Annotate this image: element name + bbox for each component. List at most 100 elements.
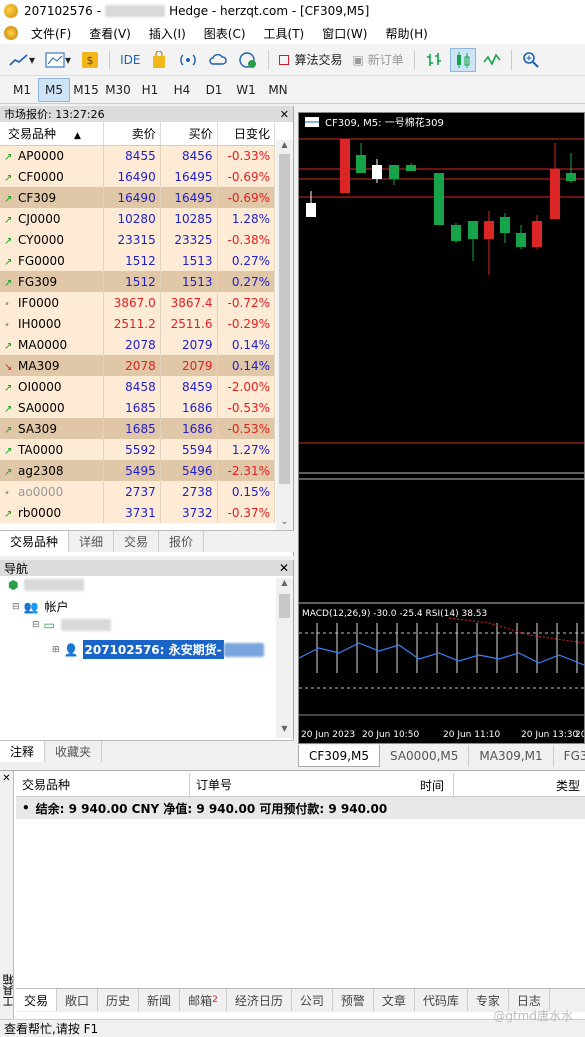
close-icon[interactable]: ✕ bbox=[0, 773, 13, 784]
algo-trading-button[interactable]: 算法交易 bbox=[276, 48, 345, 72]
tree-account-item[interactable]: ⊞ 👤 207102576: 永安期货- xxxx bbox=[52, 640, 264, 659]
column-time[interactable]: 时间 bbox=[420, 777, 444, 794]
timeframe-m5[interactable]: M5 bbox=[38, 77, 70, 102]
tab-alerts[interactable]: 预警 bbox=[333, 989, 374, 1011]
close-icon[interactable]: ✕ bbox=[280, 108, 289, 121]
symbol-cell[interactable]: ↗ OI0000 bbox=[0, 376, 104, 397]
tab-history[interactable]: 历史 bbox=[98, 989, 140, 1011]
bar-chart-icon[interactable] bbox=[422, 48, 446, 72]
market-bag-icon[interactable] bbox=[147, 48, 171, 72]
tree-accounts[interactable]: ⊟ 👥 帐户 bbox=[12, 598, 69, 615]
menu-file[interactable]: 文件(F) bbox=[22, 25, 80, 42]
menu-charts[interactable]: 图表(C) bbox=[195, 25, 255, 42]
chart-tab-fg3[interactable]: FG3 bbox=[554, 745, 585, 767]
tab-articles[interactable]: 文章 bbox=[374, 989, 415, 1011]
chart-canvas[interactable]: CF309, M5: 一号棉花309 MACD(12,26,9) -30.0 -… bbox=[298, 113, 585, 743]
symbol-cell[interactable]: ↗ CJ0000 bbox=[0, 208, 104, 229]
timeframe-d1[interactable]: D1 bbox=[198, 78, 230, 102]
tab-ticks[interactable]: 报价 bbox=[159, 531, 205, 552]
chart-tab-cf309[interactable]: CF309,M5 bbox=[298, 745, 380, 767]
market-watch-row[interactable]: • IF0000 3867.0 3867.4 -0.72% bbox=[0, 292, 276, 313]
menu-view[interactable]: 查看(V) bbox=[80, 25, 140, 42]
tab-mailbox[interactable]: 邮箱 2 bbox=[180, 989, 227, 1011]
tab-favorites[interactable]: 收藏夹 bbox=[45, 741, 103, 762]
collapse-icon[interactable]: ⊟ bbox=[12, 602, 20, 612]
symbol-cell[interactable]: ↗ AP0000 bbox=[0, 145, 104, 166]
tab-trading[interactable]: 交易 bbox=[114, 531, 160, 552]
timeframe-mn[interactable]: MN bbox=[262, 78, 294, 102]
line-chart-icon[interactable]: ▾ bbox=[6, 48, 38, 72]
symbol-cell[interactable]: ↗ FG0000 bbox=[0, 250, 104, 271]
symbol-cell[interactable]: ↗ rb0000 bbox=[0, 502, 104, 523]
market-watch-row[interactable]: ↗ MA0000 2078 2079 0.14% bbox=[0, 334, 276, 355]
ide-button[interactable]: IDE bbox=[117, 48, 143, 72]
market-watch-row[interactable]: ↗ SA0000 1685 1686 -0.53% bbox=[0, 397, 276, 418]
timeframe-m30[interactable]: M30 bbox=[102, 78, 134, 102]
symbol-cell[interactable]: • IH0000 bbox=[0, 313, 104, 334]
timeframe-m15[interactable]: M15 bbox=[70, 78, 102, 102]
market-watch-row[interactable]: • ao0000 2737 2738 0.15% bbox=[0, 481, 276, 502]
market-watch-row[interactable]: ↗ CY0000 23315 23325 -0.38% bbox=[0, 229, 276, 250]
chart-templates-icon[interactable]: ▾ bbox=[42, 48, 74, 72]
tab-code-base[interactable]: 代码库 bbox=[415, 989, 468, 1011]
column-ticket[interactable]: 订单号 bbox=[190, 773, 454, 796]
tab-trade[interactable]: 交易 bbox=[16, 989, 58, 1011]
new-order-button[interactable]: ▣ 新订单 bbox=[349, 48, 406, 72]
menu-help[interactable]: 帮助(H) bbox=[376, 25, 436, 42]
market-watch-row[interactable]: • IH0000 2511.2 2511.6 -0.29% bbox=[0, 313, 276, 334]
symbol-cell[interactable]: ↗ SA309 bbox=[0, 418, 104, 439]
symbol-cell[interactable]: ↗ SA0000 bbox=[0, 397, 104, 418]
deposit-icon[interactable]: $ bbox=[78, 48, 102, 72]
market-watch-scrollbar[interactable]: ▲ bbox=[276, 140, 293, 536]
tab-company[interactable]: 公司 bbox=[292, 989, 333, 1011]
symbol-cell[interactable]: ↗ CY0000 bbox=[0, 229, 104, 250]
column-symbol[interactable]: 交易品种 ▲ bbox=[0, 122, 104, 146]
market-watch-row[interactable]: ↗ AP0000 8455 8456 -0.33% bbox=[0, 145, 276, 166]
timeframe-w1[interactable]: W1 bbox=[230, 78, 262, 102]
market-watch-row[interactable]: ↗ CF309 16490 16495 -0.69% bbox=[0, 187, 276, 208]
navigator-scrollbar[interactable]: ▲ ▼ bbox=[276, 578, 293, 738]
column-bid[interactable]: 卖价 bbox=[103, 122, 161, 146]
scroll-up-icon[interactable]: ▲ bbox=[276, 140, 293, 149]
market-watch-row[interactable]: ↗ OI0000 8458 8459 -2.00% bbox=[0, 376, 276, 397]
timeframe-m1[interactable]: M1 bbox=[6, 78, 38, 102]
menu-window[interactable]: 窗口(W) bbox=[313, 25, 376, 42]
column-daily-change[interactable]: 日变化 bbox=[217, 122, 276, 146]
symbol-cell[interactable]: ↗ MA0000 bbox=[0, 334, 104, 355]
symbol-cell[interactable]: • ao0000 bbox=[0, 481, 104, 502]
market-watch-row[interactable]: ↗ FG309 1512 1513 0.27% bbox=[0, 271, 276, 292]
scroll-down-icon[interactable]: ⌄ bbox=[276, 516, 293, 527]
market-watch-row[interactable]: ↘ MA309 2078 2079 0.14% bbox=[0, 355, 276, 376]
tab-news[interactable]: 新闻 bbox=[139, 989, 181, 1011]
scrollbar-thumb[interactable] bbox=[279, 154, 290, 484]
signals-icon[interactable] bbox=[175, 48, 201, 72]
symbol-cell[interactable]: ↗ CF0000 bbox=[0, 166, 104, 187]
market-watch-row[interactable]: ↗ CF0000 16490 16495 -0.69% bbox=[0, 166, 276, 187]
tab-symbols[interactable]: 交易品种 bbox=[0, 531, 70, 552]
market-watch-row[interactable]: ↗ TA0000 5592 5594 1.27% bbox=[0, 439, 276, 460]
symbol-cell[interactable]: ↗ CF309 bbox=[0, 187, 104, 208]
chart-window[interactable]: CF309, M5: 一号棉花309 MACD(12,26,9) -30.0 -… bbox=[298, 112, 585, 744]
candlestick-icon[interactable] bbox=[449, 47, 476, 72]
menu-app-icon[interactable] bbox=[4, 26, 18, 40]
chart-tab-sa0000[interactable]: SA0000,M5 bbox=[380, 745, 470, 767]
vps-icon[interactable] bbox=[235, 48, 261, 72]
symbol-cell[interactable]: ↗ FG309 bbox=[0, 271, 104, 292]
column-type[interactable]: 类型 bbox=[556, 777, 580, 794]
market-watch-row[interactable]: ↗ rb0000 3731 3732 -0.37% bbox=[0, 502, 276, 523]
tab-exposure[interactable]: 敞口 bbox=[57, 989, 99, 1011]
line-chart-type-icon[interactable] bbox=[480, 48, 504, 72]
tree-root[interactable]: ⬢ xxxxxx bbox=[8, 578, 85, 592]
column-trade-symbol[interactable]: 交易品种 bbox=[16, 773, 190, 796]
tab-details[interactable]: 详细 bbox=[69, 531, 115, 552]
column-ask[interactable]: 买价 bbox=[160, 122, 218, 146]
market-watch-row[interactable]: ↗ ag2308 5495 5496 -2.31% bbox=[0, 460, 276, 481]
collapse-icon[interactable]: ⊟ bbox=[32, 620, 40, 630]
tab-economic-calendar[interactable]: 经济日历 bbox=[227, 989, 292, 1011]
cloud-icon[interactable] bbox=[205, 48, 231, 72]
symbol-cell[interactable]: ↗ TA0000 bbox=[0, 439, 104, 460]
menu-tools[interactable]: 工具(T) bbox=[255, 25, 314, 42]
chart-tab-ma309[interactable]: MA309,M1 bbox=[469, 745, 554, 767]
selected-account[interactable]: 207102576: 永安期货- bbox=[82, 640, 224, 659]
symbol-cell[interactable]: ↘ MA309 bbox=[0, 355, 104, 376]
